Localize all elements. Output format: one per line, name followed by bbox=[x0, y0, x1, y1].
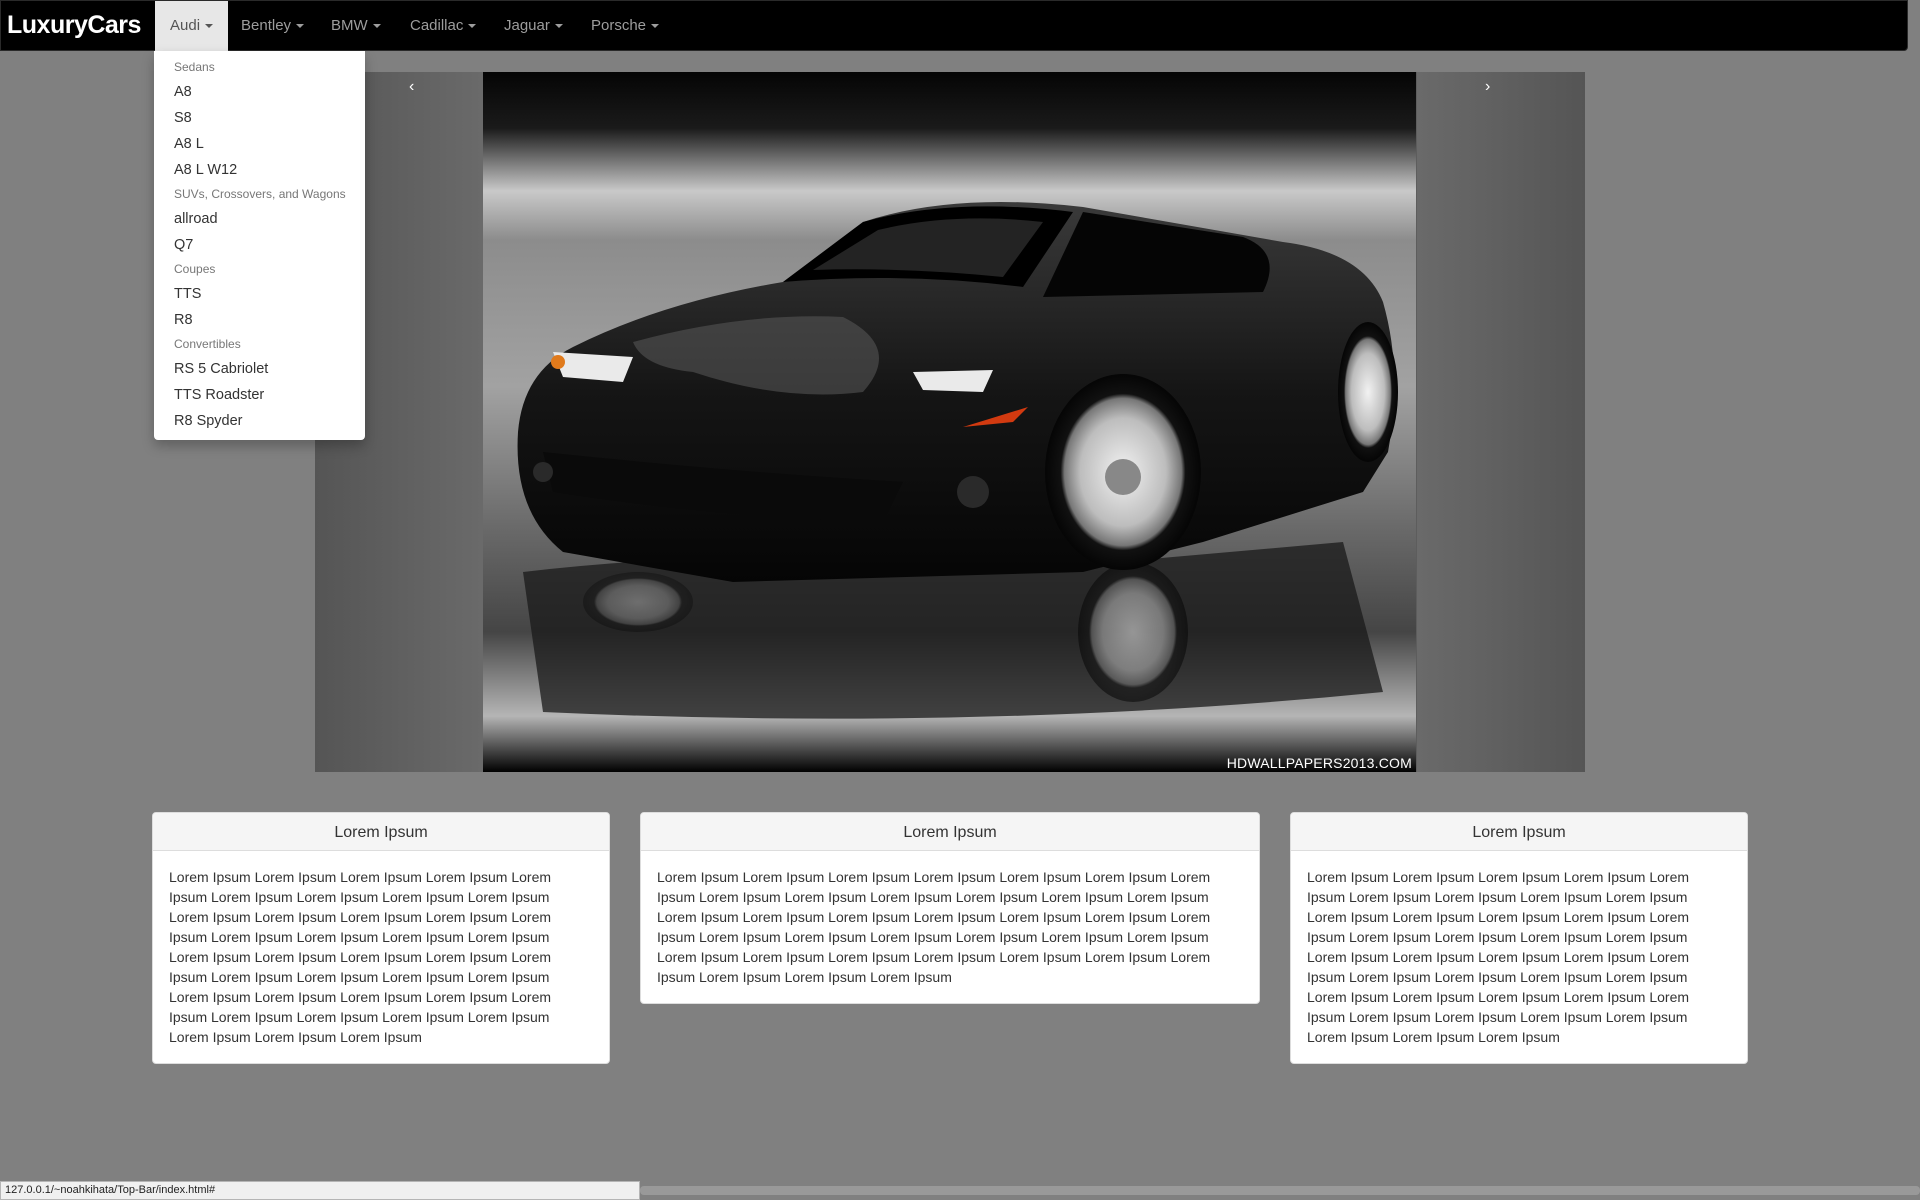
panel-body: Lorem Ipsum Lorem Ipsum Lorem Ipsum Lore… bbox=[169, 869, 552, 1045]
browser-status-bar: 127.0.0.1/~noahkihata/Top-Bar/index.html… bbox=[0, 1181, 640, 1200]
dropdown-header-suvs: SUVs, Crossovers, and Wagons bbox=[174, 187, 346, 201]
nav-item-label: BMW bbox=[331, 17, 368, 34]
panel-title: Lorem Ipsum bbox=[1291, 813, 1747, 851]
caret-down-icon bbox=[372, 24, 381, 29]
nav-item-label: Jaguar bbox=[504, 17, 550, 34]
panel-title: Lorem Ipsum bbox=[153, 813, 609, 851]
info-panel-3: Lorem Ipsum Lorem Ipsum Lorem Ipsum Lore… bbox=[1290, 812, 1748, 1064]
nav-item-label: Cadillac bbox=[410, 17, 464, 34]
nav-item-bentley[interactable]: Bentley bbox=[226, 1, 319, 51]
top-navbar: LuxuryCars Audi Bentley BMW Cadillac Jag… bbox=[0, 0, 1908, 51]
audi-dropdown-menu: Sedans A8 S8 A8 L A8 L W12 SUVs, Crossov… bbox=[154, 51, 365, 440]
menu-item-allroad[interactable]: allroad bbox=[174, 211, 218, 227]
image-watermark: HDWALLPAPERS2013.COM bbox=[1226, 755, 1412, 771]
menu-item-tts[interactable]: TTS bbox=[174, 286, 201, 302]
carousel-right-shade bbox=[1417, 72, 1585, 772]
carousel-next-button[interactable]: › bbox=[1485, 78, 1490, 96]
nav-item-bmw[interactable]: BMW bbox=[316, 1, 396, 51]
nav-item-porsche[interactable]: Porsche bbox=[576, 1, 674, 51]
caret-down-icon bbox=[554, 24, 563, 29]
nav-item-cadillac[interactable]: Cadillac bbox=[395, 1, 491, 51]
panel-title: Lorem Ipsum bbox=[641, 813, 1259, 851]
info-panel-1: Lorem Ipsum Lorem Ipsum Lorem Ipsum Lore… bbox=[152, 812, 610, 1064]
nav-item-label: Bentley bbox=[241, 17, 292, 34]
sports-car-image bbox=[483, 72, 1416, 772]
caret-down-icon bbox=[296, 24, 305, 29]
menu-item-a8-l[interactable]: A8 L bbox=[174, 136, 204, 152]
menu-item-r8-spyder[interactable]: R8 Spyder bbox=[174, 413, 243, 429]
horizontal-scrollbar[interactable] bbox=[640, 1186, 1920, 1195]
menu-item-s8[interactable]: S8 bbox=[174, 110, 192, 126]
menu-item-a8-l-w12[interactable]: A8 L W12 bbox=[174, 162, 237, 178]
nav-item-audi[interactable]: Audi bbox=[155, 1, 229, 51]
menu-item-tts-roadster[interactable]: TTS Roadster bbox=[174, 387, 264, 403]
caret-down-icon bbox=[205, 24, 214, 29]
carousel-slide-image: HDWALLPAPERS2013.COM bbox=[483, 72, 1416, 772]
nav-item-jaguar[interactable]: Jaguar bbox=[489, 1, 578, 51]
menu-item-q7[interactable]: Q7 bbox=[174, 237, 193, 253]
carousel-prev-button[interactable]: ‹ bbox=[409, 78, 414, 96]
caret-down-icon bbox=[651, 24, 660, 29]
dropdown-header-convertibles: Convertibles bbox=[174, 337, 241, 351]
panel-body: Lorem Ipsum Lorem Ipsum Lorem Ipsum Lore… bbox=[1307, 869, 1690, 1045]
image-carousel: ‹ › HDWALLPAPERS2013.COM bbox=[315, 72, 1585, 772]
dropdown-header-coupes: Coupes bbox=[174, 262, 216, 276]
dropdown-header-sedans: Sedans bbox=[174, 60, 215, 74]
brand-logo[interactable]: LuxuryCars bbox=[7, 11, 141, 40]
menu-item-r8[interactable]: R8 bbox=[174, 312, 193, 328]
caret-down-icon bbox=[468, 24, 477, 29]
panel-body: Lorem Ipsum Lorem Ipsum Lorem Ipsum Lore… bbox=[657, 869, 1211, 985]
menu-item-a8[interactable]: A8 bbox=[174, 84, 192, 100]
info-panel-2: Lorem Ipsum Lorem Ipsum Lorem Ipsum Lore… bbox=[640, 812, 1260, 1004]
nav-item-label: Porsche bbox=[591, 17, 647, 34]
menu-item-rs5-cabriolet[interactable]: RS 5 Cabriolet bbox=[174, 361, 268, 377]
nav-item-label: Audi bbox=[170, 17, 201, 34]
